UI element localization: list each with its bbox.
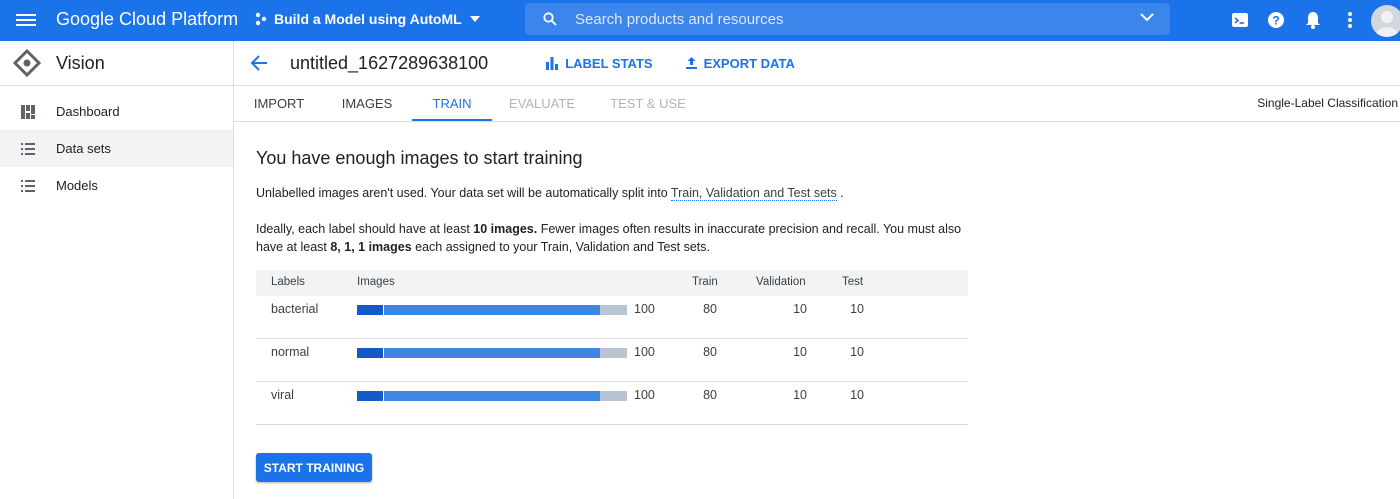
col-header-validation: Validation [756, 276, 806, 288]
table-row: normal 100 80 10 10 [256, 339, 968, 382]
sidebar: Vision Dashboard Data sets Models [0, 41, 234, 499]
help-icon[interactable]: ? [1266, 10, 1286, 30]
start-training-button[interactable]: START TRAINING [256, 453, 372, 482]
page-title: You have enough images to start training [256, 148, 583, 168]
col-header-labels: Labels [271, 276, 305, 288]
split-info-body: Unlabelled images aren't used. Your data… [256, 186, 668, 200]
requirements-part: Ideally, each label should have at least [256, 222, 474, 236]
tab-import[interactable]: IMPORT [244, 86, 314, 121]
train-count: 80 [703, 388, 717, 402]
bar-chart-icon [546, 57, 559, 70]
project-name: Build a Model using AutoML [274, 11, 462, 27]
export-data-label: EXPORT DATA [703, 55, 795, 71]
sidebar-header: Vision [0, 41, 233, 86]
dataset-name: untitled_1627289638100 [290, 52, 489, 73]
table-row: bacterial 100 80 10 10 [256, 296, 968, 339]
avatar[interactable] [1371, 5, 1400, 37]
table-row: viral 100 80 10 10 [256, 382, 968, 425]
requirements-emphasis: 10 images. [473, 222, 538, 236]
train-count: 80 [703, 302, 717, 316]
validation-count: 10 [793, 388, 807, 402]
sidebar-item-label: Models [56, 178, 98, 193]
model-type-label: Single-Label Classification [1257, 96, 1398, 110]
col-header-images: Images [357, 276, 395, 288]
terminal-icon[interactable] [1230, 10, 1250, 30]
vision-logo-icon [13, 49, 41, 77]
requirements-emphasis: 8, 1, 1 images [330, 240, 412, 254]
label-stats-table: Labels Images Train Validation Test bact… [256, 270, 968, 425]
user-icon [1376, 11, 1398, 37]
sidebar-item-label: Dashboard [56, 104, 120, 119]
validation-count: 10 [793, 302, 807, 316]
image-count-bar [357, 348, 627, 358]
requirements-text: Ideally, each label should have at least… [256, 220, 968, 256]
back-arrow-icon[interactable] [250, 55, 268, 71]
split-info-end: . [840, 186, 844, 200]
split-info-link[interactable]: Train, Validation and Test sets [670, 186, 837, 201]
dataset-header: untitled_1627289638100 LABEL STATS EXPOR… [234, 41, 1400, 86]
test-count: 10 [850, 388, 864, 402]
image-count-segment [357, 391, 384, 401]
notifications-icon[interactable] [1303, 10, 1323, 30]
requirements-part: each assigned to your Train, Validation … [411, 240, 710, 254]
export-data-button[interactable]: EXPORT DATA [685, 56, 795, 71]
image-count-segment [357, 305, 384, 315]
list-icon [21, 142, 35, 155]
svg-text:?: ? [1272, 14, 1279, 28]
validation-count: 10 [793, 345, 807, 359]
tab-test-and-use: TEST & USE [610, 96, 686, 111]
caret-down-icon [469, 16, 480, 22]
top-bar: Google Cloud Platform Build a Model usin… [0, 0, 1400, 41]
train-count: 80 [703, 345, 717, 359]
export-icon [685, 57, 697, 69]
search-input[interactable] [575, 10, 1115, 28]
tab-images[interactable]: IMAGES [332, 86, 402, 121]
more-vert-icon[interactable] [1340, 10, 1360, 30]
image-count-fill [357, 391, 600, 401]
images-count: 100 [634, 302, 655, 316]
image-count-segment [357, 348, 384, 358]
project-icon [255, 12, 267, 26]
image-count-bar [357, 391, 627, 401]
images-count: 100 [634, 388, 655, 402]
col-header-test: Test [842, 276, 864, 288]
sidebar-title: Vision [56, 52, 105, 73]
table-header: Labels Images Train Validation Test [256, 270, 968, 296]
split-info-text: Unlabelled images aren't used. Your data… [256, 186, 844, 201]
images-count: 100 [634, 345, 655, 359]
sidebar-item-label: Data sets [56, 141, 111, 156]
tab-train[interactable]: TRAIN [412, 86, 492, 121]
image-count-fill [357, 348, 600, 358]
test-count: 10 [850, 302, 864, 316]
image-count-fill [357, 305, 600, 315]
dashboard-icon [21, 104, 35, 119]
tab-bar: IMPORT IMAGES TRAIN EVALUATE TEST & USE … [234, 86, 1400, 122]
sidebar-item-data-sets[interactable]: Data sets [0, 130, 233, 167]
label-name: normal [271, 345, 310, 359]
label-name: viral [271, 388, 294, 402]
search-icon [543, 12, 557, 26]
test-count: 10 [850, 345, 864, 359]
sidebar-item-models[interactable]: Models [0, 167, 233, 204]
image-count-bar [357, 305, 627, 315]
tab-evaluate: EVALUATE [509, 96, 575, 111]
brand-title[interactable]: Google Cloud Platform [56, 9, 238, 30]
menu-icon[interactable] [16, 11, 36, 29]
search-bar[interactable] [525, 3, 1170, 35]
sidebar-item-dashboard[interactable]: Dashboard [0, 93, 233, 130]
project-selector[interactable]: Build a Model using AutoML [254, 11, 486, 27]
label-name: bacterial [271, 302, 319, 316]
label-stats-label: LABEL STATS [565, 55, 653, 71]
col-header-train: Train [692, 276, 718, 288]
chevron-down-icon[interactable] [1140, 12, 1154, 22]
label-stats-button[interactable]: LABEL STATS [545, 55, 653, 71]
list-icon [21, 179, 35, 192]
